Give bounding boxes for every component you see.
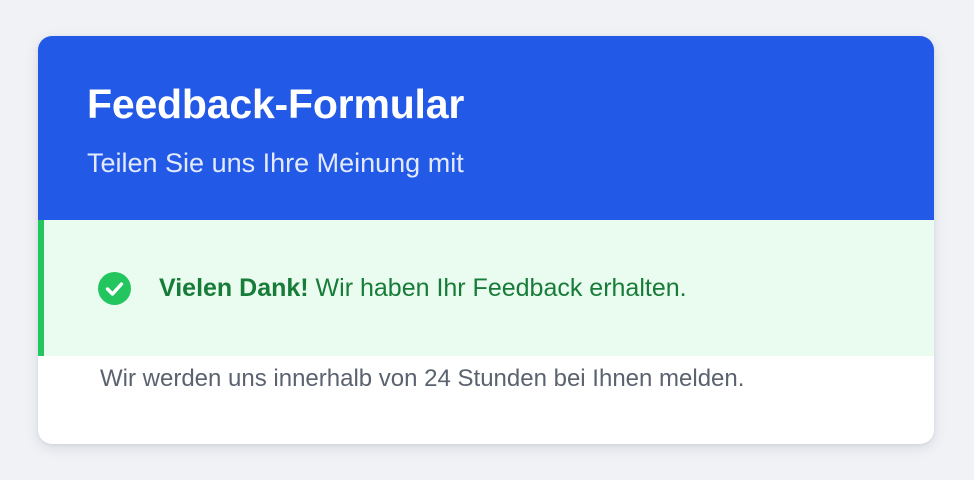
success-message-strong: Vielen Dank! (159, 274, 309, 302)
card-subtitle: Teilen Sie uns Ihre Meinung mit (87, 148, 464, 178)
card-header: Feedback-Formular Teilen Sie uns Ihre Me… (38, 36, 934, 220)
check-circle-icon (98, 271, 131, 305)
success-banner: Vielen Dank! Wir haben Ihr Feedback erha… (38, 220, 934, 356)
success-message-text: Wir haben Ihr Feedback erhalten. (308, 274, 687, 302)
feedback-card: Feedback-Formular Teilen Sie uns Ihre Me… (38, 36, 934, 444)
success-message: Vielen Dank! Wir haben Ihr Feedback erha… (159, 272, 687, 304)
followup-text: Wir werden uns innerhalb von 24 Stunden … (100, 365, 745, 392)
card-title: Feedback-Formular (87, 81, 465, 127)
